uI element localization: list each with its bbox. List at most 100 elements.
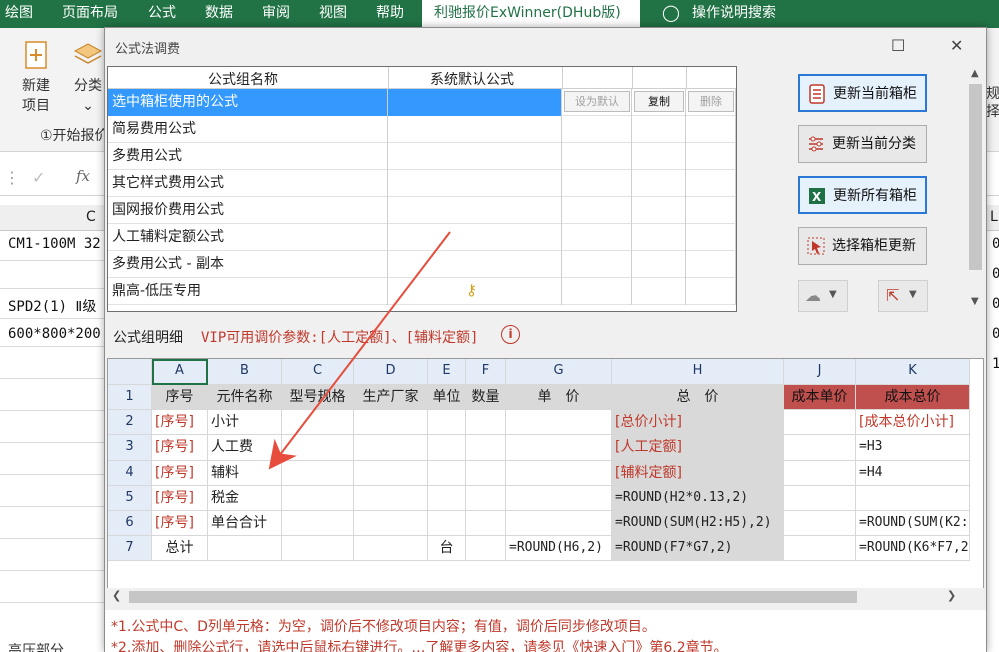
grid-cell[interactable]: =ROUND(K6*F7,2) (856, 536, 970, 561)
grid-cell[interactable] (354, 536, 428, 561)
grid-cell[interactable] (428, 410, 466, 435)
tab-formulas[interactable]: 公式 (148, 0, 176, 28)
formula-group-name[interactable]: 多费用公式 (108, 143, 388, 170)
grid-cell[interactable] (784, 410, 856, 435)
export-dropdown-button[interactable]: ⇱ ▼ (878, 280, 928, 312)
tab-view[interactable]: 视图 (319, 0, 347, 28)
grid-cell[interactable] (282, 461, 354, 486)
tab-help[interactable]: 帮助 (376, 0, 404, 28)
grid-cell[interactable]: 元件名称 (208, 385, 282, 410)
cell-l-5[interactable]: 1 (992, 356, 999, 372)
grid-cell[interactable]: 税金 (208, 486, 282, 511)
grid-cell[interactable]: 总 价 (612, 385, 784, 410)
grid-cell[interactable]: 单位 (428, 385, 466, 410)
new-item-button[interactable]: 新建 项目 (16, 40, 56, 116)
grid-row-header[interactable]: 5 (108, 486, 152, 511)
formula-group-row[interactable]: 鼎高-低压专用 ⚷ (108, 278, 736, 305)
grid-horizontal-scrollbar[interactable]: ❮ ❯ (107, 588, 984, 606)
grid-cell[interactable]: 单台合计 (208, 511, 282, 536)
tab-review[interactable]: 审阅 (262, 0, 290, 28)
copy-button[interactable]: 复制 (634, 91, 684, 112)
grid-cell[interactable] (428, 435, 466, 461)
grid-cell[interactable] (354, 461, 428, 486)
grid-column-header[interactable]: C (282, 359, 354, 385)
confirm-icon[interactable]: ✓ (32, 168, 45, 187)
grid-row-header[interactable]: 2 (108, 410, 152, 435)
grid-cell[interactable] (282, 486, 354, 511)
formula-group-row[interactable]: 其它样式费用公式 (108, 170, 736, 197)
grid-row-header[interactable]: 3 (108, 435, 152, 461)
grid-cell[interactable] (428, 461, 466, 486)
grid-column-header[interactable]: B (208, 359, 282, 385)
grid-cell[interactable]: =ROUND(SUM(K2:K5),2) (856, 511, 970, 536)
formula-group-name[interactable]: 人工辅料定额公式 (108, 224, 388, 251)
grid-cell[interactable]: 总计 (152, 536, 208, 561)
cell-l-3[interactable]: 0 (992, 296, 999, 312)
dialog-vertical-scrollbar[interactable]: ▲ ▼ (967, 66, 984, 312)
function-icon[interactable]: fx (76, 167, 90, 185)
update-current-category-button[interactable]: 更新当前分类 (798, 125, 927, 163)
grid-corner[interactable] (108, 359, 152, 385)
grid-cell[interactable] (506, 511, 612, 536)
grid-cell[interactable]: [辅料定额] (612, 461, 784, 486)
formula-group-name[interactable]: 简易费用公式 (108, 116, 388, 143)
grid-cell[interactable] (354, 486, 428, 511)
grid-cell[interactable] (784, 511, 856, 536)
grid-cell[interactable] (282, 410, 354, 435)
tab-data[interactable]: 数据 (205, 0, 233, 28)
cancel-icon[interactable]: ⋮ (4, 168, 20, 187)
grid-row-header[interactable]: 1 (108, 385, 152, 410)
grid-cell[interactable]: =ROUND(H2*0.13,2) (612, 486, 784, 511)
grid-row-header[interactable]: 4 (108, 461, 152, 486)
grid-column-header[interactable]: H (612, 359, 784, 385)
cell-l-2[interactable]: 0 (992, 266, 999, 282)
grid-cell[interactable] (282, 511, 354, 536)
cloud-dropdown-button[interactable]: ☁ ▼ (798, 280, 848, 312)
grid-cell[interactable]: [序号] (152, 435, 208, 461)
close-button[interactable]: ✕ (950, 36, 963, 55)
grid-cell[interactable] (784, 461, 856, 486)
formula-group-row[interactable]: 多费用公式 (108, 143, 736, 170)
grid-cell[interactable] (784, 435, 856, 461)
scroll-right-icon[interactable]: ❯ (947, 589, 956, 602)
tab-exwinner[interactable]: 利驰报价ExWinner(DHub版) (422, 0, 640, 28)
formula-group-name[interactable]: 选中箱柜使用的公式 (108, 89, 388, 116)
grid-row-header[interactable]: 6 (108, 511, 152, 536)
grid-cell[interactable]: 辅料 (208, 461, 282, 486)
grid-cell[interactable] (354, 410, 428, 435)
grid-cell[interactable] (428, 486, 466, 511)
grid-cell[interactable]: [人工定额] (612, 435, 784, 461)
grid-column-header[interactable]: J (784, 359, 856, 385)
formula-group-row[interactable]: 国网报价费用公式 (108, 197, 736, 224)
grid-cell[interactable] (466, 511, 506, 536)
update-current-cabinet-button[interactable]: 更新当前箱柜 (798, 74, 927, 112)
set-default-button[interactable]: 设为默认 (564, 91, 630, 112)
formula-group-name[interactable]: 鼎高-低压专用 (108, 278, 388, 305)
grid-row-header[interactable]: 7 (108, 536, 152, 561)
info-icon[interactable]: i (501, 325, 520, 344)
grid-cell[interactable]: [序号] (152, 511, 208, 536)
formula-group-row[interactable]: 选中箱柜使用的公式 设为默认 复制 删除 (108, 89, 736, 116)
scroll-thumb[interactable] (129, 591, 857, 603)
grid-cell[interactable] (506, 486, 612, 511)
grid-cell[interactable]: [序号] (152, 486, 208, 511)
grid-cell[interactable] (208, 536, 282, 561)
grid-cell[interactable] (506, 410, 612, 435)
scroll-up-icon[interactable]: ▲ (971, 68, 979, 79)
classify-button[interactable]: 分类 ⌄ (70, 40, 106, 116)
grid-cell[interactable] (506, 435, 612, 461)
formula-group-name[interactable]: 多费用公式 - 副本 (108, 251, 388, 278)
grid-cell[interactable]: 型号规格 (282, 385, 354, 410)
scroll-left-icon[interactable]: ❮ (112, 589, 121, 602)
formula-group-row[interactable]: 人工辅料定额公式 (108, 224, 736, 251)
grid-column-header[interactable]: K (856, 359, 970, 385)
grid-cell[interactable]: 成本单价 (784, 385, 856, 410)
grid-column-header[interactable]: A (152, 359, 208, 385)
grid-cell[interactable] (466, 435, 506, 461)
grid-column-header[interactable]: D (354, 359, 428, 385)
grid-cell[interactable] (466, 461, 506, 486)
grid-cell[interactable] (506, 461, 612, 486)
grid-cell[interactable]: 单 价 (506, 385, 612, 410)
tab-page-layout[interactable]: 页面布局 (62, 0, 118, 28)
update-all-cabinets-button[interactable]: X 更新所有箱柜 (798, 176, 927, 214)
